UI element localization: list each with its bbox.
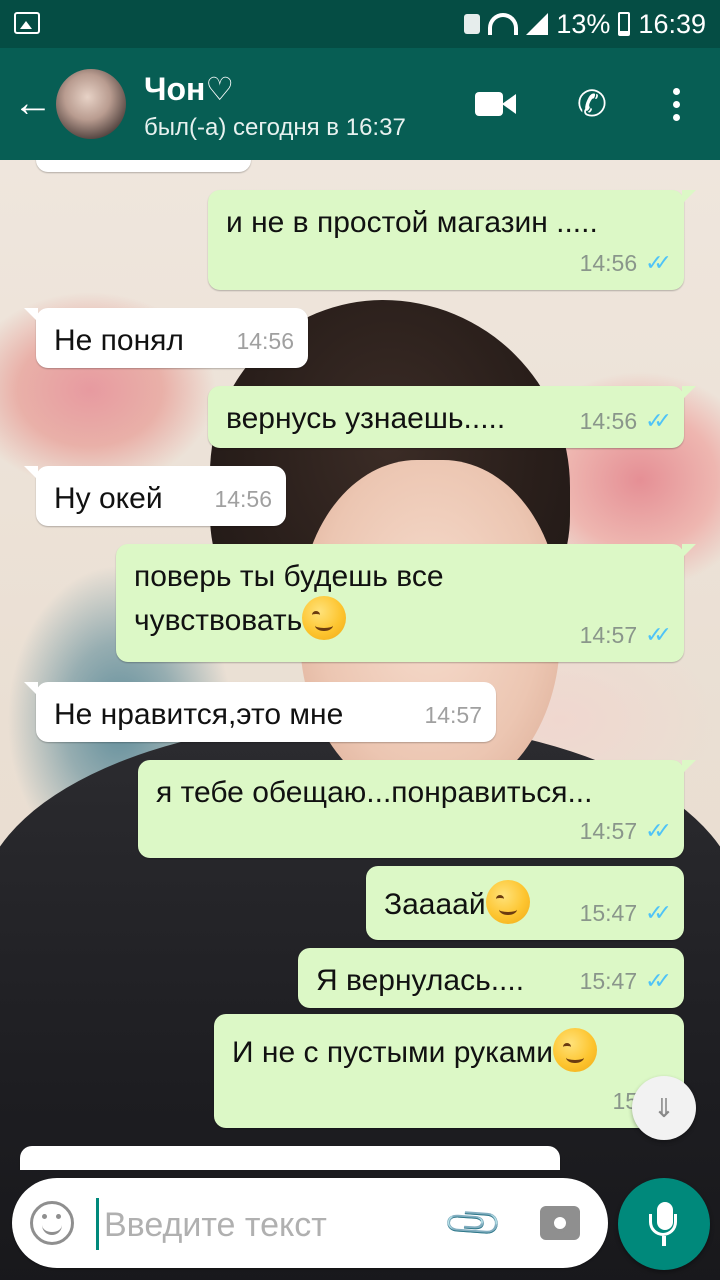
message-bubble-incoming[interactable]: Не нравится,это мне 14:57 <box>24 682 496 742</box>
status-bar: 13% 16:39 <box>0 0 720 48</box>
paperclip-icon[interactable]: 📎 <box>440 1190 508 1258</box>
image-notification-icon <box>14 12 40 34</box>
message-list[interactable]: и не в простой магазин ..... 14:56 ✓✓ Не… <box>0 160 720 1170</box>
last-seen-status: был(-а) сегодня в 16:37 <box>144 114 406 141</box>
read-receipt-icon: ✓✓ <box>645 622 672 647</box>
message-bubble-incoming[interactable]: Не понял 14:56 <box>24 308 308 368</box>
message-meta: 14:57 <box>424 696 482 734</box>
message-meta: 14:57 ✓✓ <box>579 812 672 850</box>
voice-message-button[interactable] <box>618 1178 710 1270</box>
avatar[interactable] <box>56 69 126 139</box>
message-text: Не нравится,это мне <box>54 698 344 731</box>
message-time: 14:57 <box>579 818 638 844</box>
message-bubble-outgoing[interactable]: вернусь узнаешь..... 14:56 ✓✓ <box>208 386 696 448</box>
emoji-icon[interactable] <box>30 1201 74 1245</box>
battery-percent: 13% <box>556 8 611 39</box>
message-content: поверь ты будешь все чувствовать <box>134 558 534 640</box>
message-bubble-outgoing[interactable]: И не с пустыми руками 15:47 <box>214 1014 684 1128</box>
double-chevron-down-icon: ⇓ <box>653 1093 675 1123</box>
message-text: Заааай <box>384 888 486 921</box>
message-bubble-outgoing[interactable]: Я вернулась.... 15:47 ✓✓ <box>298 948 684 1008</box>
phone-icon: ✆ <box>576 83 608 124</box>
message-time: 15:47 <box>579 968 638 994</box>
more-vertical-icon <box>672 87 680 121</box>
battery-icon <box>618 12 631 36</box>
arrow-left-icon: ← <box>13 81 53 125</box>
signal-icon <box>526 13 549 35</box>
message-bubble-outgoing[interactable]: и не в простой магазин ..... 14:56 ✓✓ <box>208 190 696 290</box>
chat-header: ← Чон♡ был(-а) сегодня в 16:37 ✆ <box>0 48 720 160</box>
sim-icon <box>464 14 481 34</box>
message-text: поверь ты будешь все чувствовать <box>134 560 452 637</box>
message-content: И не с пустыми руками <box>232 1028 666 1072</box>
message-time: 14:56 <box>579 408 638 434</box>
video-camera-icon <box>475 90 517 118</box>
message-bubble-outgoing[interactable]: я тебе обещаю...понравиться... 14:57 ✓✓ <box>138 760 696 858</box>
voice-call-button[interactable]: ✆ <box>564 76 620 132</box>
message-bubble-incoming[interactable]: Ну окей 14:56 <box>24 466 286 526</box>
message-text: я тебе обещаю...понравиться... <box>156 776 593 809</box>
message-bubble-partial[interactable] <box>20 1146 560 1170</box>
message-meta: 14:56 ✓✓ <box>579 402 672 440</box>
read-receipt-icon: ✓✓ <box>645 900 672 925</box>
message-meta: 14:56 ✓✓ <box>579 244 672 282</box>
smirking-face-icon <box>552 1028 597 1072</box>
read-receipt-icon: ✓✓ <box>645 408 672 433</box>
message-meta: 15:47 ✓✓ <box>579 894 672 932</box>
message-input[interactable] <box>102 1196 436 1254</box>
message-meta: 14:56 <box>236 322 294 360</box>
message-composer: 📎 <box>12 1178 608 1268</box>
message-time: 14:56 <box>236 328 294 354</box>
message-meta: 14:57 ✓✓ <box>579 616 672 654</box>
read-receipt-icon: ✓✓ <box>645 818 672 843</box>
message-bubble-partial[interactable] <box>36 160 251 172</box>
menu-button[interactable] <box>648 76 704 132</box>
smirking-face-icon <box>302 596 347 640</box>
message-bubble-outgoing[interactable]: поверь ты будешь все чувствовать 14:57 ✓… <box>116 544 696 662</box>
text-cursor <box>96 1198 99 1250</box>
message-text: и не в простой магазин ..... <box>226 206 598 239</box>
message-time: 14:57 <box>424 702 482 728</box>
camera-icon[interactable] <box>540 1202 584 1242</box>
message-bubble-outgoing[interactable]: Заааай 15:47 ✓✓ <box>366 866 684 940</box>
message-time: 14:56 <box>214 486 272 512</box>
back-button[interactable]: ← <box>10 78 56 128</box>
scroll-to-bottom-button[interactable]: ⇓ <box>632 1076 696 1140</box>
message-time: 15:47 <box>579 900 638 926</box>
video-call-button[interactable] <box>468 76 524 132</box>
status-indicators: 13% 16:39 <box>464 8 706 40</box>
contact-name[interactable]: Чон♡ <box>144 70 234 108</box>
message-time: 14:56 <box>579 250 638 276</box>
message-meta: 15:47 ✓✓ <box>579 962 672 1000</box>
clock: 16:39 <box>638 8 706 39</box>
message-text: И не с пустыми руками <box>232 1036 553 1069</box>
message-meta: 14:56 <box>214 480 272 518</box>
wifi-icon <box>488 13 519 35</box>
smiling-face-icon <box>485 880 530 924</box>
read-receipt-icon: ✓✓ <box>645 968 672 993</box>
message-time: 14:57 <box>579 622 638 648</box>
read-receipt-icon: ✓✓ <box>645 250 672 275</box>
